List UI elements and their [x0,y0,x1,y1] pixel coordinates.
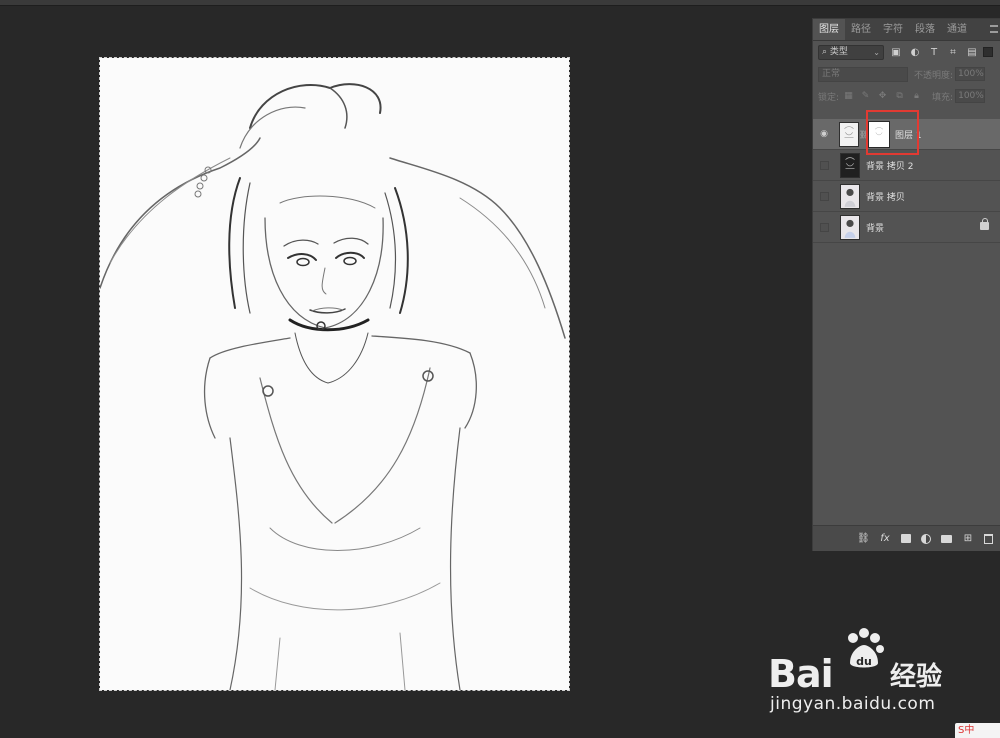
fill-label: 填充: [932,92,954,103]
lock-icon [980,218,989,230]
tab-channels[interactable]: 通道 [941,19,973,40]
add-mask-icon[interactable] [901,534,911,543]
layer-filter-select[interactable]: ⌕ 类型 ⌄ [818,44,884,60]
visibility-toggle[interactable] [820,191,829,201]
tab-paragraph[interactable]: 段落 [909,19,941,40]
layer-name[interactable]: 背景 拷贝 2 [866,159,913,172]
layer-name[interactable]: 背景 [866,221,884,234]
mask-link-icon[interactable]: ⛓︎ [859,130,869,139]
panel-menu-icon[interactable] [990,25,998,33]
baidu-watermark-logo: Bai [768,652,834,696]
layer-thumbnail[interactable] [840,214,860,240]
link-layers-icon[interactable]: ⛓︎ [857,533,870,544]
trash-icon[interactable] [984,533,993,544]
adjustment-layer-icon[interactable] [921,533,931,544]
watermark-domain: jingyan.baidu.com [770,694,936,714]
layer-name[interactable]: 背景 拷贝 [866,190,905,203]
layer-thumbnail[interactable] [840,152,860,178]
layer-name[interactable]: 图层 1 [895,128,922,141]
svg-text:du: du [856,655,872,668]
visibility-eye-icon[interactable]: ◉ [813,129,835,139]
lock-move-icon[interactable]: ✥ [877,91,888,102]
sketch-image [100,58,569,690]
layer-row-bg-copy[interactable]: 背景 拷贝 [813,181,1000,212]
paw-logo-icon: du [848,628,884,668]
layer-filter-value: 类型 [829,46,848,57]
filter-toggle[interactable] [983,47,993,57]
tab-layers[interactable]: 图层 [813,19,845,40]
layer-thumbnail[interactable] [839,121,859,147]
ime-status-badge: S中 [955,723,1000,738]
search-icon: ⌕ [822,46,828,57]
filter-row: ⌕ 类型 ⌄ ▣ ◐ T ⌗ ▤ [813,41,1000,63]
layer-row-layer1[interactable]: ◉ ⛓︎ 图层 1 [813,119,1000,150]
lock-artboard-icon[interactable]: ⧉ [894,91,905,102]
fill-input[interactable]: 100% [955,89,986,103]
jingyan-watermark-text: 经验 [890,662,943,692]
fx-icon[interactable]: fx [879,533,891,544]
filter-adjustment-icon[interactable]: ◐ [908,46,922,59]
app-top-bar [0,0,1000,6]
blend-mode-select[interactable]: 正常 [818,66,908,82]
layer-row-bg-copy2[interactable]: 背景 拷贝 2 [813,150,1000,181]
layer-list: ◉ ⛓︎ 图层 1 背景 拷贝 2 背景 拷贝 背景 [813,119,1000,243]
filter-type-icon[interactable]: T [927,46,941,59]
tab-paths[interactable]: 路径 [845,19,877,40]
filter-shape-icon[interactable]: ⌗ [946,46,960,59]
new-group-folder-icon[interactable] [941,534,952,543]
lock-all-icon[interactable]: 🔒︎ [911,91,922,102]
lock-paint-icon[interactable]: ✎ [860,91,871,102]
chevron-down-icon: ⌄ [873,47,880,57]
lock-row: 锁定: ▦ ✎ ✥ ⧉ 🔒︎ 填充: 100% [813,85,1000,107]
tab-character[interactable]: 字符 [877,19,909,40]
filter-smart-object-icon[interactable]: ▤ [965,46,979,59]
lock-label: 锁定: [818,92,840,103]
layer-row-background[interactable]: 背景 [813,212,1000,243]
opacity-label: 不透明度: [914,70,954,81]
new-layer-icon[interactable]: ⊞ [962,533,974,544]
lock-transparent-icon[interactable]: ▦ [843,91,854,102]
layers-panel: 图层 路径 字符 段落 通道 ⌕ 类型 ⌄ ▣ ◐ T ⌗ ▤ 正常 不透明度:… [812,18,1000,551]
filter-pixel-icon[interactable]: ▣ [889,46,903,59]
layer-mask-thumbnail[interactable] [868,120,890,148]
panel-bottom-toolbar: ⛓︎ fx ⊞ [813,525,1000,551]
opacity-input[interactable]: 100% [955,67,986,81]
layer-thumbnail[interactable] [840,183,860,209]
panel-tabs: 图层 路径 字符 段落 通道 [813,19,1000,41]
blend-row: 正常 不透明度: 100% [813,63,1000,85]
visibility-toggle[interactable] [820,160,829,170]
document-canvas[interactable] [99,57,570,691]
visibility-toggle[interactable] [820,222,829,232]
